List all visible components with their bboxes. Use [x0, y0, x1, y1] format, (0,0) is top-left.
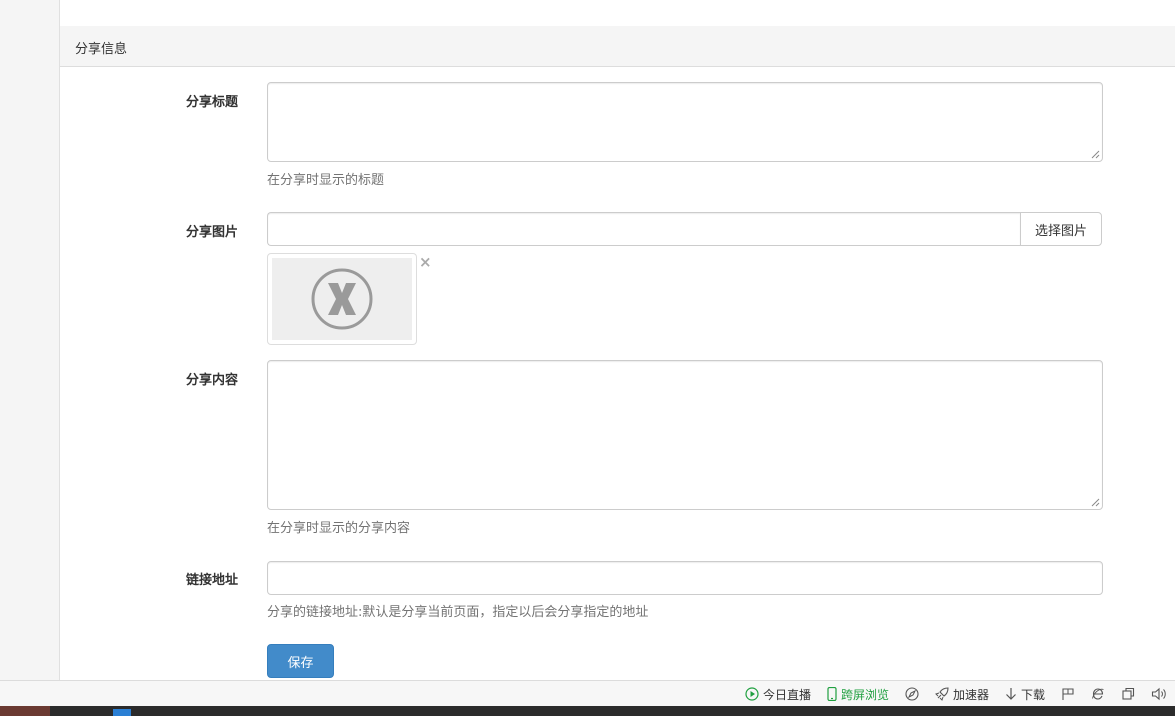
- broken-image-x-icon: [311, 268, 373, 330]
- status-item-window[interactable]: [1121, 687, 1135, 701]
- share-content-label: 分享内容: [185, 373, 238, 388]
- share-title-textarea[interactable]: [267, 82, 1103, 162]
- image-placeholder: [272, 258, 412, 340]
- resize-grip-icon[interactable]: [1091, 498, 1100, 507]
- status-item-ie[interactable]: [1091, 687, 1105, 701]
- link-address-input[interactable]: [267, 561, 1103, 595]
- taskbar-app-icon[interactable]: [113, 709, 131, 716]
- left-sidebar-gutter: [0, 0, 60, 680]
- download-arrow-icon: [1006, 688, 1016, 700]
- status-item-label: 下载: [1020, 687, 1045, 702]
- link-address-label: 链接地址: [185, 573, 238, 588]
- status-item-cross-screen[interactable]: 跨屏浏览: [827, 686, 889, 703]
- status-item-label: 今日直播: [762, 687, 811, 702]
- share-title-help: 在分享时显示的标题: [267, 173, 385, 188]
- share-title-label: 分享标题: [185, 95, 238, 110]
- phone-icon: [827, 687, 837, 701]
- share-image-path-input[interactable]: [267, 212, 1020, 246]
- image-thumbnail: [267, 253, 417, 345]
- link-address-help: 分享的链接地址:默认是分享当前页面，指定以后会分享指定的地址: [267, 605, 649, 620]
- status-item-compass[interactable]: [905, 687, 919, 701]
- share-content-help: 在分享时显示的分享内容: [267, 521, 411, 536]
- share-image-input-group: 选择图片: [267, 212, 1102, 246]
- choose-image-button[interactable]: 选择图片: [1020, 212, 1102, 246]
- status-item-flag[interactable]: [1061, 687, 1075, 701]
- status-item-sound[interactable]: [1151, 687, 1167, 701]
- status-item-accelerator[interactable]: 加速器: [935, 686, 989, 703]
- panel-title: 分享信息: [75, 42, 128, 57]
- save-button[interactable]: 保存: [267, 644, 334, 678]
- ie-icon: [1092, 688, 1104, 700]
- compass-icon: [905, 687, 919, 701]
- status-item-download[interactable]: 下载: [1005, 686, 1045, 703]
- status-item-label: 跨屏浏览: [840, 687, 889, 702]
- share-content-textarea[interactable]: [267, 360, 1103, 510]
- panel-heading: 分享信息: [60, 26, 1175, 67]
- window-icon: [1122, 687, 1135, 700]
- os-taskbar: [0, 706, 1175, 716]
- flag-icon: [1062, 688, 1074, 700]
- play-circle-icon: [745, 687, 759, 701]
- speaker-icon: [1151, 687, 1166, 701]
- status-item-label: 加速器: [952, 687, 989, 702]
- browser-status-bar: 今日直播 跨屏浏览 加速器 下载: [0, 680, 1175, 706]
- share-image-label: 分享图片: [185, 225, 238, 240]
- resize-grip-icon[interactable]: [1091, 150, 1100, 159]
- remove-image-icon[interactable]: ×: [419, 254, 433, 270]
- start-button[interactable]: [0, 706, 50, 716]
- status-item-live-today[interactable]: 今日直播: [745, 686, 811, 703]
- rocket-icon: [935, 687, 949, 701]
